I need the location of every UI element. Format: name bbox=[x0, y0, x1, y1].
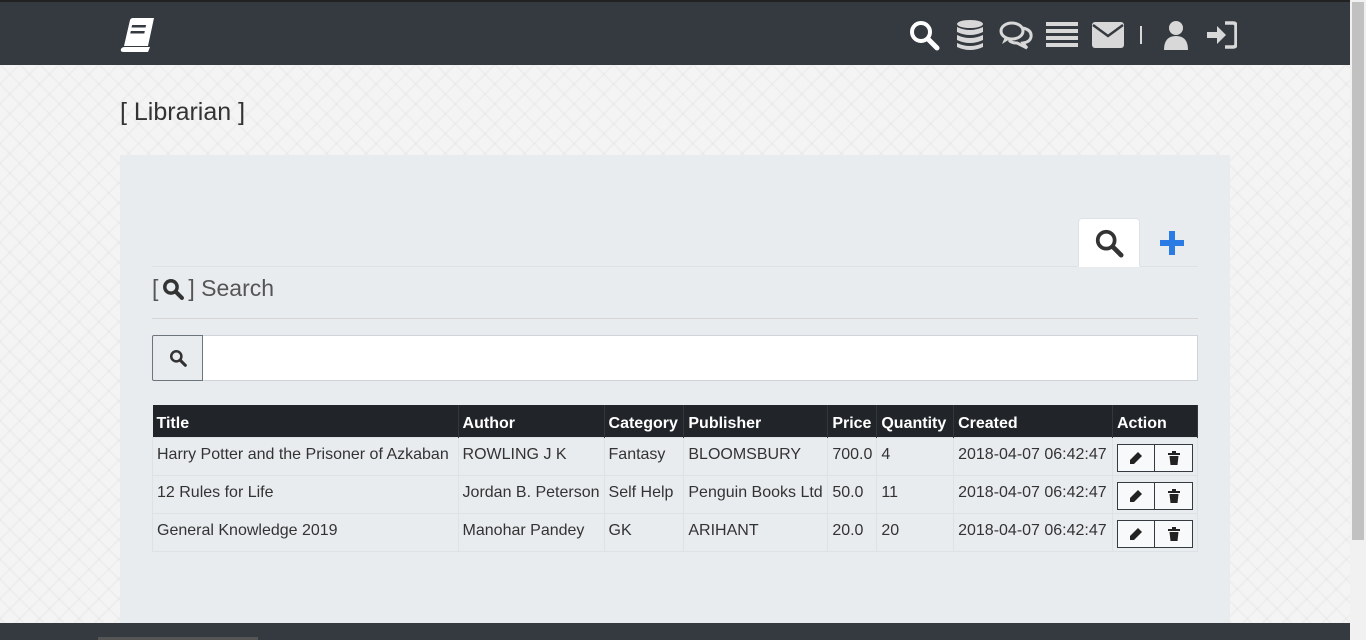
header-author: Author bbox=[458, 405, 605, 437]
search-section-title: [ ] Search bbox=[152, 275, 274, 302]
table-row: Harry Potter and the Prisoner of Azkaban… bbox=[152, 436, 1198, 476]
database-icon[interactable] bbox=[952, 17, 988, 53]
trash-icon bbox=[1167, 450, 1180, 465]
list-icon[interactable] bbox=[1044, 17, 1080, 53]
cell-title: General Knowledge 2019 bbox=[152, 512, 459, 552]
header-title: Title bbox=[152, 405, 459, 437]
header-created: Created bbox=[953, 405, 1113, 437]
cell-publisher: ARIHANT bbox=[683, 512, 829, 552]
cell-publisher: BLOOMSBURY bbox=[683, 436, 829, 476]
cell-category: GK bbox=[603, 512, 685, 552]
plus-icon bbox=[1160, 230, 1184, 255]
header-category: Category bbox=[604, 405, 685, 437]
sign-in-icon[interactable] bbox=[1204, 17, 1240, 53]
footer-bar bbox=[0, 623, 1350, 640]
nav-separator bbox=[1140, 26, 1142, 44]
search-button[interactable] bbox=[152, 335, 203, 381]
cell-author: ROWLING J K bbox=[457, 436, 605, 476]
table-header-row: Title Author Category Publisher Price Qu… bbox=[152, 405, 1198, 437]
search-icon bbox=[1095, 229, 1124, 258]
navbar bbox=[0, 0, 1350, 65]
search-section-label: ] Search bbox=[188, 275, 275, 301]
edit-button[interactable] bbox=[1117, 519, 1155, 548]
table-row: 12 Rules for Life Jordan B. Peterson Sel… bbox=[152, 474, 1198, 514]
tab-add[interactable] bbox=[1142, 218, 1202, 267]
cell-action bbox=[1112, 436, 1198, 476]
vertical-scrollbar[interactable] bbox=[1350, 0, 1366, 640]
row-action-group bbox=[1117, 443, 1193, 472]
header-publisher: Publisher bbox=[683, 405, 829, 437]
cell-title: Harry Potter and the Prisoner of Azkaban bbox=[152, 436, 459, 476]
edit-button[interactable] bbox=[1117, 443, 1155, 472]
pencil-icon bbox=[1130, 489, 1142, 502]
scrollbar-thumb[interactable] bbox=[1352, 2, 1364, 540]
envelope-icon[interactable] bbox=[1090, 17, 1126, 53]
delete-button[interactable] bbox=[1155, 519, 1193, 548]
cell-publisher: Penguin Books Ltd bbox=[683, 474, 829, 514]
header-quantity: Quantity bbox=[876, 405, 955, 437]
book-logo-icon[interactable] bbox=[118, 16, 158, 54]
cell-quantity: 11 bbox=[876, 474, 955, 514]
pencil-icon bbox=[1130, 527, 1142, 540]
search-icon bbox=[163, 278, 185, 300]
trash-icon bbox=[1167, 526, 1180, 541]
search-group bbox=[152, 335, 1198, 381]
nav-icon-group bbox=[906, 17, 1250, 53]
main-panel: [ ] Search Title Author Category Publish… bbox=[120, 155, 1230, 625]
page-title: [ Librarian ] bbox=[120, 98, 246, 126]
tab-search[interactable] bbox=[1078, 218, 1140, 267]
cell-price: 700.0 bbox=[827, 436, 878, 476]
cell-price: 20.0 bbox=[827, 512, 878, 552]
row-action-group bbox=[1117, 519, 1193, 548]
cell-action bbox=[1112, 512, 1198, 552]
cell-price: 50.0 bbox=[827, 474, 878, 514]
title-open-bracket: [ bbox=[152, 275, 159, 301]
section-divider bbox=[152, 318, 1198, 319]
cell-quantity: 20 bbox=[876, 512, 955, 552]
cell-action bbox=[1112, 474, 1198, 514]
search-input[interactable] bbox=[203, 335, 1198, 381]
header-price: Price bbox=[827, 405, 878, 437]
pencil-icon bbox=[1130, 451, 1142, 464]
cell-author: Jordan B. Peterson bbox=[457, 474, 605, 514]
table-row: General Knowledge 2019 Manohar Pandey GK… bbox=[152, 512, 1198, 552]
cell-quantity: 4 bbox=[876, 436, 955, 476]
row-action-group bbox=[1117, 481, 1193, 510]
search-icon[interactable] bbox=[906, 17, 942, 53]
header-action: Action bbox=[1112, 405, 1198, 437]
cell-category: Self Help bbox=[603, 474, 685, 514]
edit-button[interactable] bbox=[1117, 481, 1155, 510]
comments-icon[interactable] bbox=[998, 17, 1034, 53]
cell-author: Manohar Pandey bbox=[457, 512, 605, 552]
cell-created: 2018-04-07 06:42:47 bbox=[953, 512, 1113, 552]
cell-category: Fantasy bbox=[603, 436, 685, 476]
user-icon[interactable] bbox=[1158, 17, 1194, 53]
cell-title: 12 Rules for Life bbox=[152, 474, 459, 514]
delete-button[interactable] bbox=[1155, 443, 1193, 472]
delete-button[interactable] bbox=[1155, 481, 1193, 510]
search-icon bbox=[169, 349, 187, 367]
books-table: Title Author Category Publisher Price Qu… bbox=[152, 405, 1198, 552]
cell-created: 2018-04-07 06:42:47 bbox=[953, 474, 1113, 514]
cell-created: 2018-04-07 06:42:47 bbox=[953, 436, 1113, 476]
tab-bar bbox=[152, 218, 1198, 267]
trash-icon bbox=[1167, 488, 1180, 503]
